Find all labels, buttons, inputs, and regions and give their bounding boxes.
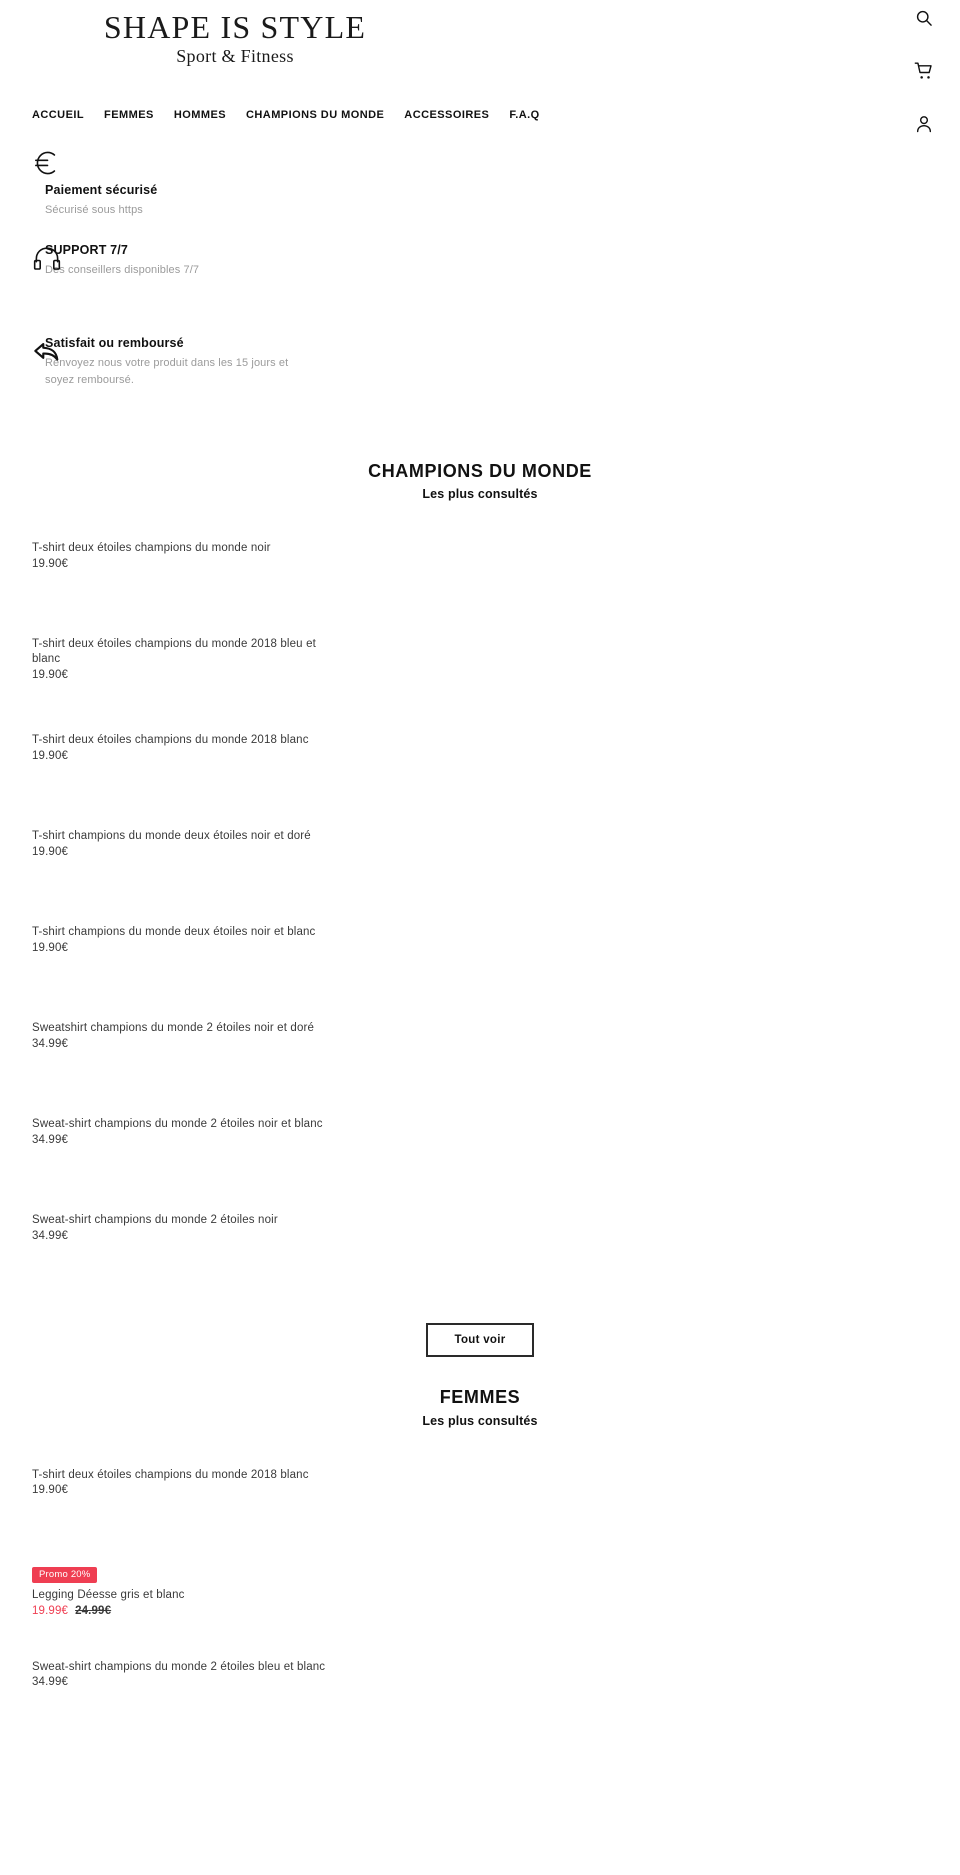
product-card[interactable]: T-shirt deux étoiles champions du monde …	[0, 1468, 960, 1564]
product-title: Sweat-shirt champions du monde 2 étoiles…	[32, 1660, 326, 1673]
product-price-current: 34.99€	[32, 1676, 69, 1689]
product-title: T-shirt champions du monde deux étoiles …	[32, 830, 311, 843]
headset-icon	[30, 242, 64, 276]
product-title: T-shirt champions du monde deux étoiles …	[32, 926, 316, 939]
product-title: Sweatshirt champions du monde 2 étoiles …	[32, 1022, 315, 1035]
product-card[interactable]: T-shirt champions du monde deux étoiles …	[0, 925, 960, 1021]
trust-badge-support-title: SUPPORT 7/7	[45, 243, 128, 257]
section-heading: CHAMPIONS DU MONDE Les plus consultés	[0, 459, 960, 501]
promo-badge: Promo 20%	[32, 1566, 98, 1584]
trust-badge-refund-title: Satisfait ou remboursé	[45, 336, 184, 350]
product-price: 19.99€ 24.99€	[32, 1604, 936, 1619]
product-price-current: 34.99€	[32, 1134, 69, 1147]
trust-badge-refund: Satisfait ou remboursé Renvoyez nous vot…	[0, 335, 960, 427]
search-icon[interactable]	[914, 8, 934, 28]
product-price: 34.99€	[32, 1675, 936, 1690]
product-price-current: 19.90€	[32, 942, 69, 955]
product-price: 19.90€	[32, 749, 936, 764]
product-price: 19.90€	[32, 557, 936, 572]
nav-item-faq[interactable]: F.A.Q	[509, 109, 539, 121]
product-title: T-shirt deux étoiles champions du monde …	[32, 542, 271, 555]
section-subtitle: Les plus consultés	[422, 1413, 538, 1428]
return-arrow-icon	[30, 335, 64, 369]
product-price-current: 19.90€	[32, 668, 69, 681]
product-title: Legging Déesse gris et blanc	[32, 1589, 185, 1602]
section-title: FEMMES	[439, 1387, 521, 1408]
product-card[interactable]: Sweat-shirt champions du monde 2 étoiles…	[0, 1213, 960, 1309]
product-price-current: 34.99€	[32, 1230, 69, 1243]
product-price-current: 19.90€	[32, 750, 69, 763]
trust-badge-payment: Paiement sécurisé Sécurisé sous https	[0, 140, 960, 216]
cart-icon[interactable]	[914, 61, 934, 81]
product-title: Sweat-shirt champions du monde 2 étoiles…	[32, 1118, 323, 1131]
product-card[interactable]: Sweat-shirt champions du monde 2 étoiles…	[0, 1117, 960, 1213]
product-price: 19.90€	[32, 668, 936, 683]
euro-icon	[30, 146, 64, 180]
product-title: T-shirt deux étoiles champions du monde …	[32, 638, 316, 666]
nav-item-femmes[interactable]: FEMMES	[104, 109, 154, 121]
product-card[interactable]: Promo 20% Legging Déesse gris et blanc 1…	[0, 1564, 960, 1660]
product-title: Sweat-shirt champions du monde 2 étoiles…	[32, 1214, 278, 1227]
product-title: T-shirt deux étoiles champions du monde …	[32, 1468, 309, 1481]
nav-item-champions-du-monde[interactable]: CHAMPIONS DU MONDE	[246, 109, 384, 121]
product-price-current: 19.90€	[32, 1484, 69, 1497]
trust-badge-refund-subtitle: Renvoyez nous votre produit dans les 15 …	[45, 356, 289, 386]
product-price: 34.99€	[32, 1133, 936, 1148]
main-navigation: ACCUEIL FEMMES HOMMES CHAMPIONS DU MONDE…	[32, 109, 540, 121]
product-price-current: 34.99€	[32, 1038, 69, 1051]
nav-item-accueil[interactable]: ACCUEIL	[32, 109, 84, 121]
section-title: CHAMPIONS DU MONDE	[368, 461, 592, 481]
product-price: 34.99€	[32, 1229, 936, 1244]
product-price: 19.90€	[32, 1483, 936, 1498]
section-champions-du-monde: CHAMPIONS DU MONDE Les plus consultés T-…	[0, 431, 960, 1358]
product-price: 19.90€	[32, 845, 936, 860]
account-icon[interactable]	[914, 114, 934, 134]
section-cta: Tout voir	[0, 1309, 960, 1358]
product-card[interactable]: T-shirt deux étoiles champions du monde …	[0, 733, 960, 829]
product-price-original: 24.99€	[75, 1604, 112, 1617]
section-femmes: FEMMES Les plus consultés T-shirt deux é…	[0, 1357, 960, 1755]
trust-badge-payment-title: Paiement sécurisé	[45, 183, 158, 197]
product-price-current: 19.99€	[32, 1604, 69, 1617]
product-card[interactable]: Sweatshirt champions du monde 2 étoiles …	[0, 1021, 960, 1117]
trust-badges: Paiement sécurisé Sécurisé sous https SU…	[0, 140, 960, 427]
product-card[interactable]: T-shirt deux étoiles champions du monde …	[0, 637, 960, 733]
product-card[interactable]: T-shirt champions du monde deux étoiles …	[0, 829, 960, 925]
product-grid: T-shirt deux étoiles champions du monde …	[0, 1428, 960, 1756]
utility-icon-rail	[904, 8, 944, 134]
trust-badge-support: SUPPORT 7/7 Des conseillers disponibles …	[0, 242, 960, 304]
product-price: 19.90€	[32, 941, 936, 956]
site-header: SHAPE IS STYLE Sport & Fitness ACCUEIL F…	[0, 0, 960, 140]
product-card[interactable]: Sweat-shirt champions du monde 2 étoiles…	[0, 1660, 960, 1756]
product-price-current: 19.90€	[32, 846, 69, 859]
trust-badge-support-subtitle: Des conseillers disponibles 7/7	[45, 263, 200, 276]
brand-tagline: Sport & Fitness	[176, 45, 294, 66]
product-title: T-shirt deux étoiles champions du monde …	[32, 734, 309, 747]
nav-item-hommes[interactable]: HOMMES	[174, 109, 226, 121]
product-price: 34.99€	[32, 1037, 936, 1052]
brand-name: SHAPE IS STYLE	[103, 9, 367, 45]
nav-item-accessoires[interactable]: ACCESSOIRES	[404, 109, 489, 121]
brand-logo[interactable]: SHAPE IS STYLE Sport & Fitness	[0, 9, 470, 67]
product-price-current: 19.90€	[32, 558, 69, 571]
product-card[interactable]: T-shirt deux étoiles champions du monde …	[0, 541, 960, 637]
section-heading: FEMMES Les plus consultés	[0, 1385, 960, 1427]
section-subtitle: Les plus consultés	[422, 487, 538, 502]
trust-badge-payment-subtitle: Sécurisé sous https	[45, 203, 143, 216]
product-grid: T-shirt deux étoiles champions du monde …	[0, 501, 960, 1309]
see-all-button[interactable]: Tout voir	[426, 1323, 534, 1358]
